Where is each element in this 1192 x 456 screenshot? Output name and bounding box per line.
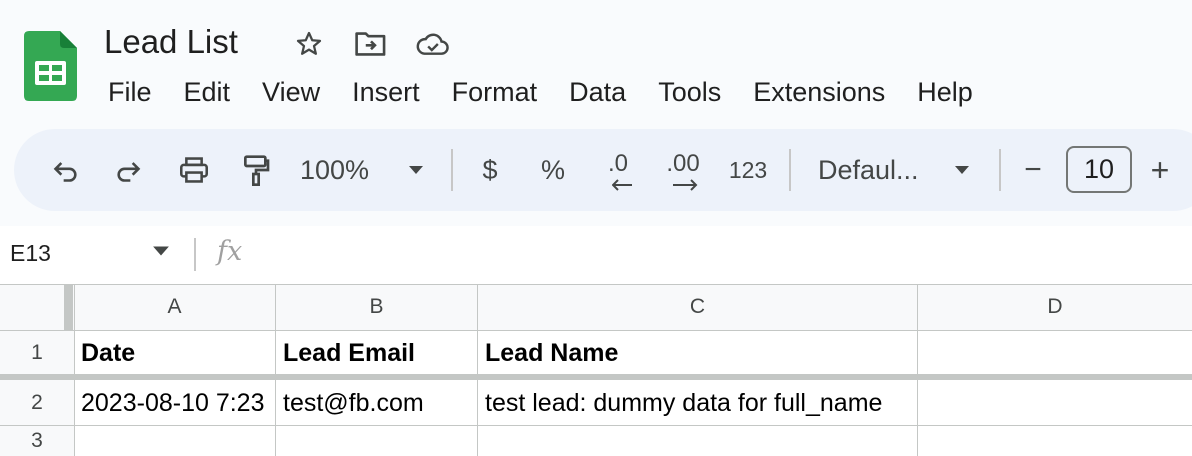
column-header-d[interactable]: D (918, 284, 1192, 330)
number-format-button[interactable]: 123 (725, 129, 771, 211)
cell-c3[interactable] (478, 426, 917, 456)
decrease-decimal-button[interactable]: .0 (596, 129, 640, 211)
zoom-dropdown-icon[interactable] (404, 129, 428, 211)
toolbar-divider (999, 149, 1001, 191)
cell-c2[interactable]: test lead: dummy data for full_name (478, 380, 917, 426)
percent-button[interactable]: % (533, 129, 573, 211)
name-box[interactable]: E13 (10, 240, 51, 267)
row-header-1[interactable]: 1 (0, 331, 74, 374)
arrow-right-icon (673, 179, 698, 191)
menu-view[interactable]: View (246, 72, 336, 112)
cloud-saved-icon[interactable] (416, 27, 450, 61)
star-icon[interactable] (292, 27, 326, 61)
paint-format-icon[interactable] (236, 129, 276, 211)
move-folder-icon[interactable] (354, 27, 388, 61)
formula-bar (0, 226, 1192, 284)
cell-a1[interactable]: Date (74, 330, 275, 376)
menu-format[interactable]: Format (436, 72, 554, 112)
name-box-dropdown-icon[interactable] (152, 244, 170, 262)
print-icon[interactable] (172, 129, 216, 211)
menu-file[interactable]: File (92, 72, 168, 112)
cell-b1[interactable]: Lead Email (276, 330, 477, 376)
menu-data[interactable]: Data (553, 72, 642, 112)
toolbar-divider (789, 149, 791, 191)
frozen-column-handle[interactable] (64, 284, 73, 330)
menu-bar: File Edit View Insert Format Data Tools … (92, 72, 989, 112)
redo-icon[interactable] (108, 129, 148, 211)
toolbar-divider (451, 149, 453, 191)
formula-bar-divider (194, 238, 196, 271)
decrease-decimal-label: .0 (607, 150, 628, 177)
font-family-select[interactable]: Defaul... (818, 129, 938, 211)
increase-font-size-button[interactable]: + (1145, 129, 1175, 211)
sheets-window: Lead List File Edit View Insert Format D… (0, 0, 1192, 456)
zoom-value: 100% (300, 154, 370, 185)
menu-edit[interactable]: Edit (168, 72, 247, 112)
font-size-input[interactable]: 10 (1066, 146, 1132, 193)
row-header-3[interactable]: 3 (0, 426, 74, 456)
cell-a3[interactable] (74, 426, 275, 456)
menu-help[interactable]: Help (901, 72, 989, 112)
undo-icon[interactable] (46, 129, 86, 211)
cell-a2[interactable]: 2023-08-10 7:23 (74, 380, 275, 426)
column-header-a[interactable]: A (74, 284, 275, 330)
menu-extensions[interactable]: Extensions (737, 72, 901, 112)
select-all-corner[interactable] (0, 284, 74, 330)
currency-button[interactable]: $ (470, 129, 510, 211)
row-header-2[interactable]: 2 (0, 380, 74, 425)
sheets-logo-icon[interactable] (24, 31, 77, 101)
arrow-left-icon (612, 179, 632, 191)
column-header-b[interactable]: B (276, 284, 477, 330)
fx-icon: fx (217, 236, 243, 267)
menu-insert[interactable]: Insert (336, 72, 436, 112)
increase-decimal-button[interactable]: .00 (660, 129, 706, 211)
cell-d3[interactable] (918, 426, 1192, 456)
zoom-select[interactable]: 100% (300, 129, 390, 211)
cell-b3[interactable] (276, 426, 477, 456)
document-title[interactable]: Lead List (104, 22, 238, 62)
decrease-font-size-button[interactable]: − (1016, 129, 1050, 211)
cell-c1[interactable]: Lead Name (478, 330, 917, 376)
font-dropdown-icon[interactable] (950, 129, 974, 211)
cell-b2[interactable]: test@fb.com (276, 380, 477, 426)
column-header-c[interactable]: C (478, 284, 917, 330)
menu-tools[interactable]: Tools (642, 72, 737, 112)
font-family-value: Defaul... (818, 154, 919, 185)
increase-decimal-label: .00 (666, 150, 700, 177)
